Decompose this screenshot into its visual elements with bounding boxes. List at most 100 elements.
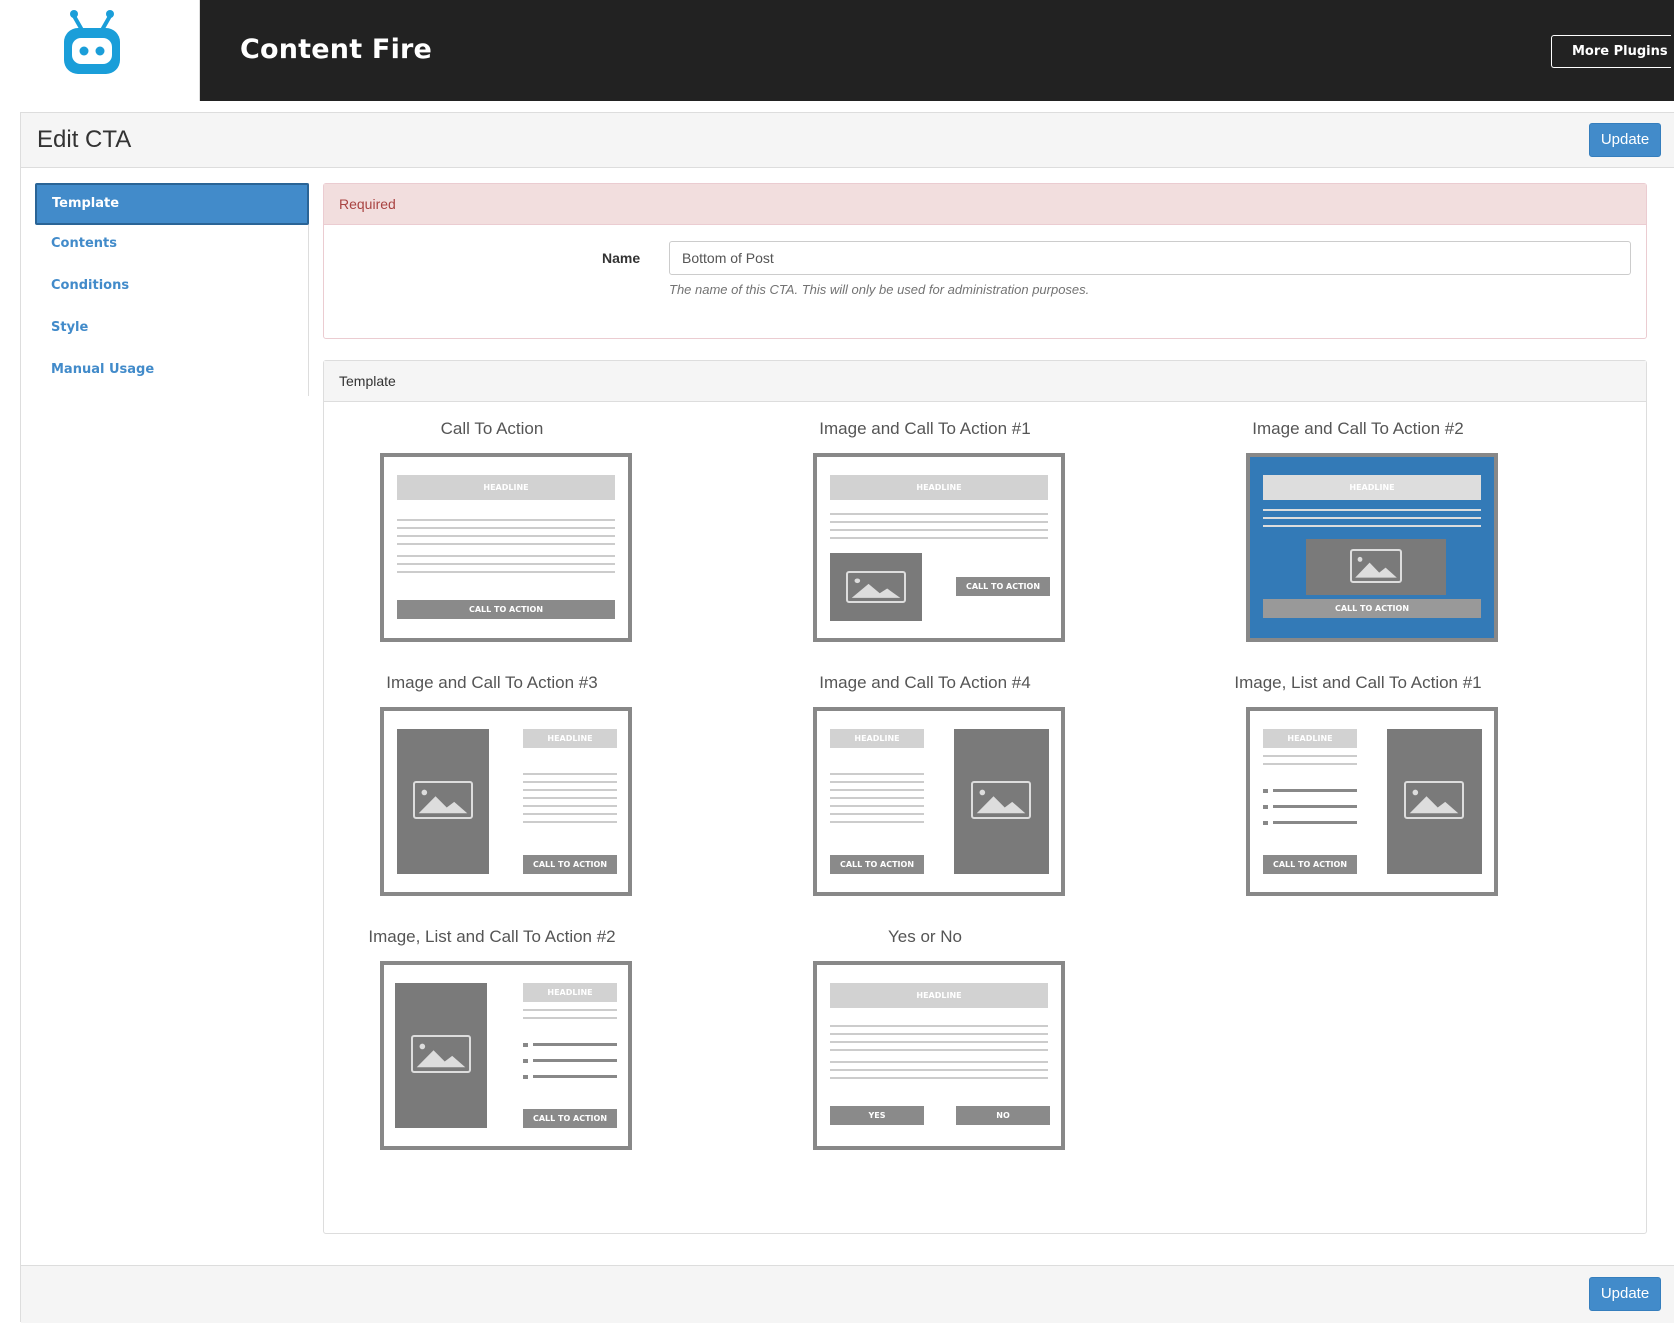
thumb-line [397,519,615,521]
template-option-image-list-cta-2[interactable]: Image, List and Call To Action #2 HEADLI… [342,927,642,1157]
thumb-line [523,805,617,807]
template-option-image-cta-2[interactable]: Image and Call To Action #2 HEADLINE CAL… [1208,419,1508,649]
thumb-headline: HEADLINE [830,729,924,748]
thumb-headline: HEADLINE [523,729,617,748]
thumb-cta: CALL TO ACTION [523,855,617,874]
thumb-line [523,773,617,775]
thumb-line [830,1025,1048,1027]
thumb-image-placeholder [830,553,922,621]
template-option-image-cta-4[interactable]: Image and Call To Action #4 HEADLINE CAL… [775,673,1075,903]
thumb-image-placeholder [1306,539,1446,595]
panel-header: Edit CTA Update [21,113,1674,168]
required-section: Required Name The name of this CTA. This… [323,183,1647,339]
name-label: Name [602,250,641,266]
thumb-line [830,781,924,783]
thumb-line [1263,755,1357,757]
template-thumbnail: HEADLINE CALL TO ACTION [380,707,632,896]
thumb-line [1263,763,1357,765]
thumb-line [397,555,615,557]
top-header: Content Fire More Plugins [0,0,1674,101]
update-button-top[interactable]: Update [1589,123,1661,157]
thumb-line [830,1061,1048,1063]
app-title: Content Fire [240,34,433,65]
thumb-cta: CALL TO ACTION [956,577,1050,596]
template-option-image-cta-1[interactable]: Image and Call To Action #1 HEADLINE CAL… [775,419,1075,649]
thumb-line [523,797,617,799]
thumb-line [830,1049,1048,1051]
page-title: Edit CTA [37,126,132,153]
sidebar-item-style[interactable]: Style [35,307,309,349]
thumb-line [397,543,615,545]
image-icon [846,571,906,603]
thumb-line [830,1041,1048,1043]
list-line [533,1043,617,1046]
sidebar-item-contents[interactable]: Contents [35,223,309,265]
panel-footer: Update [21,1265,1674,1323]
sidebar-item-template[interactable]: Template [35,183,309,225]
template-option-image-cta-3[interactable]: Image and Call To Action #3 HEADLINE CAL… [342,673,642,903]
thumb-line [397,571,615,573]
template-title: Image and Call To Action #1 [819,419,1031,438]
thumb-line [830,1033,1048,1035]
thumb-line [397,535,615,537]
thumb-line [830,529,1048,531]
template-title: Image and Call To Action #4 [819,673,1031,692]
list-line [533,1075,617,1078]
image-icon [971,781,1031,819]
name-help-text: The name of this CTA. This will only be … [669,282,1090,297]
sidebar-item-conditions[interactable]: Conditions [35,265,309,307]
name-input[interactable] [669,241,1631,275]
template-title: Image, List and Call To Action #1 [1234,673,1482,692]
template-thumbnail: HEADLINE CALL TO ACTION [813,707,1065,896]
list-bullet [523,1075,528,1079]
thumb-line [830,813,924,815]
thumb-line [830,1077,1048,1079]
list-line [1273,805,1357,808]
template-option-call-to-action[interactable]: Call To Action HEADLINE CALL TO ACTION [342,419,642,649]
thumb-headline: HEADLINE [523,983,617,1002]
list-bullet [523,1059,528,1063]
thumb-line [830,789,924,791]
thumb-cta: CALL TO ACTION [1263,599,1481,618]
thumb-cta: CALL TO ACTION [523,1109,617,1128]
thumb-line [397,527,615,529]
thumb-yes-button: YES [830,1106,924,1125]
template-heading: Template [324,361,1646,402]
thumb-image-placeholder [395,983,487,1128]
thumb-headline: HEADLINE [830,475,1048,500]
thumb-line [523,813,617,815]
thumb-cta: CALL TO ACTION [830,855,924,874]
update-button-bottom[interactable]: Update [1589,1277,1661,1311]
thumb-line [830,521,1048,523]
template-option-image-list-cta-1[interactable]: Image, List and Call To Action #1 HEADLI… [1208,673,1508,903]
sidebar-item-manual-usage[interactable]: Manual Usage [35,349,309,391]
thumb-image-placeholder [1387,729,1482,874]
template-thumbnail: HEADLINE CALL TO ACTION [380,961,632,1150]
logo[interactable] [0,0,200,101]
thumb-line [830,805,924,807]
thumb-line [1263,517,1481,519]
thumb-line [397,563,615,565]
image-icon [1404,781,1464,819]
thumb-image-placeholder [397,729,489,874]
more-plugins-button[interactable]: More Plugins [1551,35,1671,68]
template-thumbnail: HEADLINE CALL TO ACTION [1246,707,1498,896]
list-line [1273,789,1357,792]
thumb-line [830,537,1048,539]
thumb-no-button: NO [956,1106,1050,1125]
thumb-image-placeholder [954,729,1049,874]
list-line [1273,821,1357,824]
sidebar-nav: Template Contents Conditions Style Manua… [35,183,309,396]
template-option-yes-or-no[interactable]: Yes or No HEADLINE YES NO [775,927,1075,1157]
thumb-line [523,789,617,791]
template-thumbnail-selected: HEADLINE CALL TO ACTION [1246,453,1498,642]
thumb-cta: CALL TO ACTION [1263,855,1357,874]
thumb-line [830,1069,1048,1071]
list-bullet [523,1043,528,1047]
image-icon [411,1035,471,1073]
template-title: Call To Action [440,419,544,438]
thumb-line [523,821,617,823]
thumb-headline: HEADLINE [397,475,615,500]
list-bullet [1263,789,1268,793]
robot-logo-icon [64,10,120,74]
